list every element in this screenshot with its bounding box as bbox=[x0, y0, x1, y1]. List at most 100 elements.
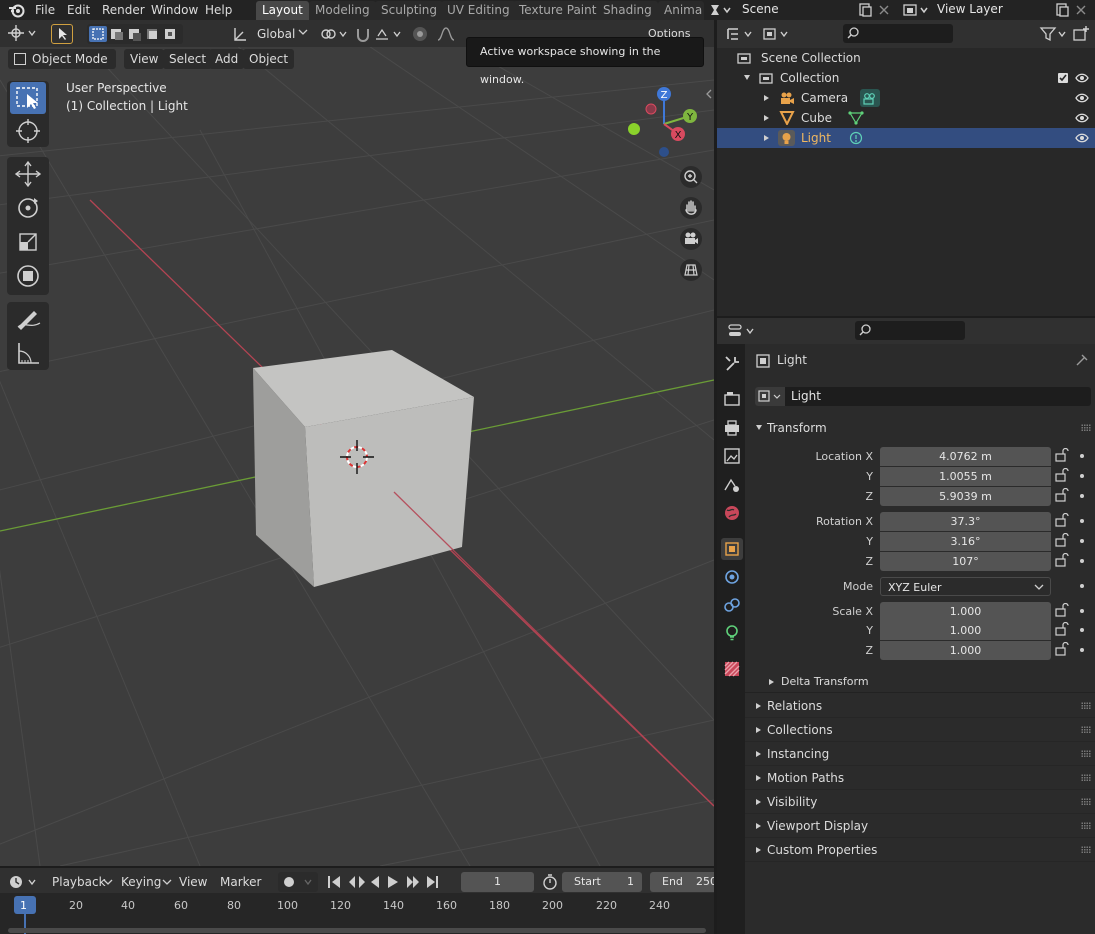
select-menu[interactable]: Select bbox=[163, 49, 213, 69]
drag-grip-icon[interactable] bbox=[1081, 798, 1091, 806]
close-view-layer-icon[interactable] bbox=[1074, 3, 1088, 17]
panel-instancing[interactable]: Instancing bbox=[747, 742, 1095, 766]
rotate-tool[interactable] bbox=[10, 192, 46, 224]
lock-icon[interactable] bbox=[1055, 622, 1069, 636]
scale-z-field[interactable]: 1.000 bbox=[880, 641, 1051, 660]
lock-icon[interactable] bbox=[1055, 603, 1069, 617]
tab-sculpting[interactable]: Sculpting bbox=[375, 1, 444, 20]
keyframe-dot-icon[interactable] bbox=[1080, 609, 1084, 613]
properties-editor-type-icon[interactable] bbox=[727, 322, 757, 340]
playback-menu[interactable]: Playback bbox=[52, 872, 106, 892]
panel-motion-paths[interactable]: Motion Paths bbox=[747, 766, 1095, 790]
outliner-search-input[interactable] bbox=[843, 24, 953, 43]
snap-icon[interactable] bbox=[354, 24, 404, 44]
view-menu[interactable]: View bbox=[124, 49, 165, 69]
lock-icon[interactable] bbox=[1055, 553, 1069, 567]
location-x-field[interactable]: 4.0762 m bbox=[880, 447, 1051, 466]
scale-x-field[interactable]: 1.000 bbox=[880, 602, 1051, 621]
lock-icon[interactable] bbox=[1055, 448, 1069, 462]
annotate-tool[interactable] bbox=[10, 303, 46, 335]
cursor-tool[interactable] bbox=[10, 115, 46, 147]
keyframe-dot-icon[interactable] bbox=[1080, 584, 1084, 588]
expand-arrow-icon[interactable] bbox=[763, 94, 771, 102]
add-menu[interactable]: Add bbox=[209, 49, 245, 69]
outliner-item-cube[interactable]: Cube bbox=[717, 108, 1095, 128]
display-mode-icon[interactable] bbox=[761, 25, 793, 43]
lock-icon[interactable] bbox=[1055, 488, 1069, 502]
marker-menu[interactable]: Marker bbox=[220, 872, 261, 892]
copy-view-layer-icon[interactable] bbox=[1054, 2, 1070, 18]
menu-window[interactable]: Window bbox=[151, 0, 198, 20]
eye-icon[interactable] bbox=[1075, 132, 1089, 144]
tab-tool[interactable] bbox=[721, 353, 743, 375]
scale-y-field[interactable]: 1.000 bbox=[880, 621, 1051, 640]
copy-scene-icon[interactable] bbox=[857, 2, 873, 18]
pivot-point-icon[interactable] bbox=[318, 24, 350, 44]
checkbox-icon[interactable] bbox=[1057, 72, 1069, 84]
outliner-item-light[interactable]: Light bbox=[717, 128, 1095, 148]
lock-icon[interactable] bbox=[1055, 468, 1069, 482]
pin-icon[interactable] bbox=[1075, 353, 1089, 367]
keyframe-dot-icon[interactable] bbox=[1080, 539, 1084, 543]
tab-animation[interactable]: Anima bbox=[658, 1, 704, 20]
selection-mode-set-icon[interactable] bbox=[87, 24, 183, 44]
new-collection-icon[interactable] bbox=[1072, 25, 1090, 43]
drag-grip-icon[interactable] bbox=[1081, 702, 1091, 710]
playback-controls[interactable] bbox=[325, 872, 445, 892]
object-browse-icon[interactable] bbox=[755, 387, 785, 406]
mesh-data-icon[interactable] bbox=[848, 111, 864, 125]
drag-grip-icon[interactable] bbox=[1081, 424, 1091, 432]
eye-icon[interactable] bbox=[1075, 72, 1089, 84]
expand-arrow-icon[interactable] bbox=[763, 114, 771, 122]
properties-search-input[interactable] bbox=[855, 321, 965, 340]
outliner-collection[interactable]: Collection bbox=[717, 68, 1095, 88]
tab-object-data[interactable] bbox=[721, 622, 743, 644]
tab-output[interactable] bbox=[721, 417, 743, 439]
menu-render[interactable]: Render bbox=[102, 0, 145, 20]
tab-texture[interactable] bbox=[721, 658, 743, 680]
transform-panel-header[interactable]: Transform bbox=[747, 416, 1095, 440]
light-data-icon[interactable] bbox=[848, 131, 864, 145]
menu-help[interactable]: Help bbox=[205, 0, 232, 20]
tab-render[interactable] bbox=[721, 388, 743, 410]
blender-logo-icon[interactable] bbox=[8, 2, 26, 18]
delta-transform-subpanel[interactable]: Delta Transform bbox=[763, 670, 1095, 694]
drag-grip-icon[interactable] bbox=[1081, 846, 1091, 854]
eye-icon[interactable] bbox=[1075, 112, 1089, 124]
outliner-scene-collection[interactable]: Scene Collection bbox=[717, 48, 1095, 68]
drag-grip-icon[interactable] bbox=[1081, 750, 1091, 758]
move-tool[interactable] bbox=[10, 158, 46, 190]
drag-grip-icon[interactable] bbox=[1081, 822, 1091, 830]
keyframe-dot-icon[interactable] bbox=[1080, 648, 1084, 652]
keyframe-dot-icon[interactable] bbox=[1080, 494, 1084, 498]
measure-tool[interactable] bbox=[10, 337, 46, 369]
object-mode-dropdown[interactable]: Object Mode bbox=[8, 49, 116, 69]
lock-icon[interactable] bbox=[1055, 513, 1069, 527]
select-box-tool[interactable] bbox=[10, 82, 46, 114]
tab-scene[interactable] bbox=[721, 474, 743, 496]
keying-menu[interactable]: Keying bbox=[121, 872, 161, 892]
panel-visibility[interactable]: Visibility bbox=[747, 790, 1095, 814]
panel-collections[interactable]: Collections bbox=[747, 718, 1095, 742]
keyframe-dot-icon[interactable] bbox=[1080, 474, 1084, 478]
keyframe-dot-icon[interactable] bbox=[1080, 628, 1084, 632]
outliner-editor-type-icon[interactable] bbox=[725, 25, 755, 43]
select-tool-icon[interactable] bbox=[51, 24, 73, 44]
transform-tool[interactable] bbox=[10, 260, 46, 292]
tab-layout[interactable]: Layout bbox=[256, 1, 309, 20]
camera-data-icon[interactable] bbox=[860, 89, 880, 107]
keyframe-dot-icon[interactable] bbox=[1080, 454, 1084, 458]
scale-tool[interactable] bbox=[10, 226, 46, 258]
tab-world[interactable] bbox=[721, 502, 743, 524]
close-scene-icon[interactable] bbox=[877, 3, 891, 17]
panel-relations[interactable]: Relations bbox=[747, 694, 1095, 718]
camera-view-button[interactable] bbox=[679, 227, 703, 251]
drag-grip-icon[interactable] bbox=[1081, 774, 1091, 782]
zoom-button[interactable] bbox=[679, 165, 703, 189]
stopwatch-icon[interactable] bbox=[541, 873, 559, 891]
panel-viewport-display[interactable]: Viewport Display bbox=[747, 814, 1095, 838]
lock-icon[interactable] bbox=[1055, 642, 1069, 656]
eye-icon[interactable] bbox=[1075, 92, 1089, 104]
menu-file[interactable]: File bbox=[35, 0, 55, 20]
outliner-item-camera[interactable]: Camera bbox=[717, 88, 1095, 108]
